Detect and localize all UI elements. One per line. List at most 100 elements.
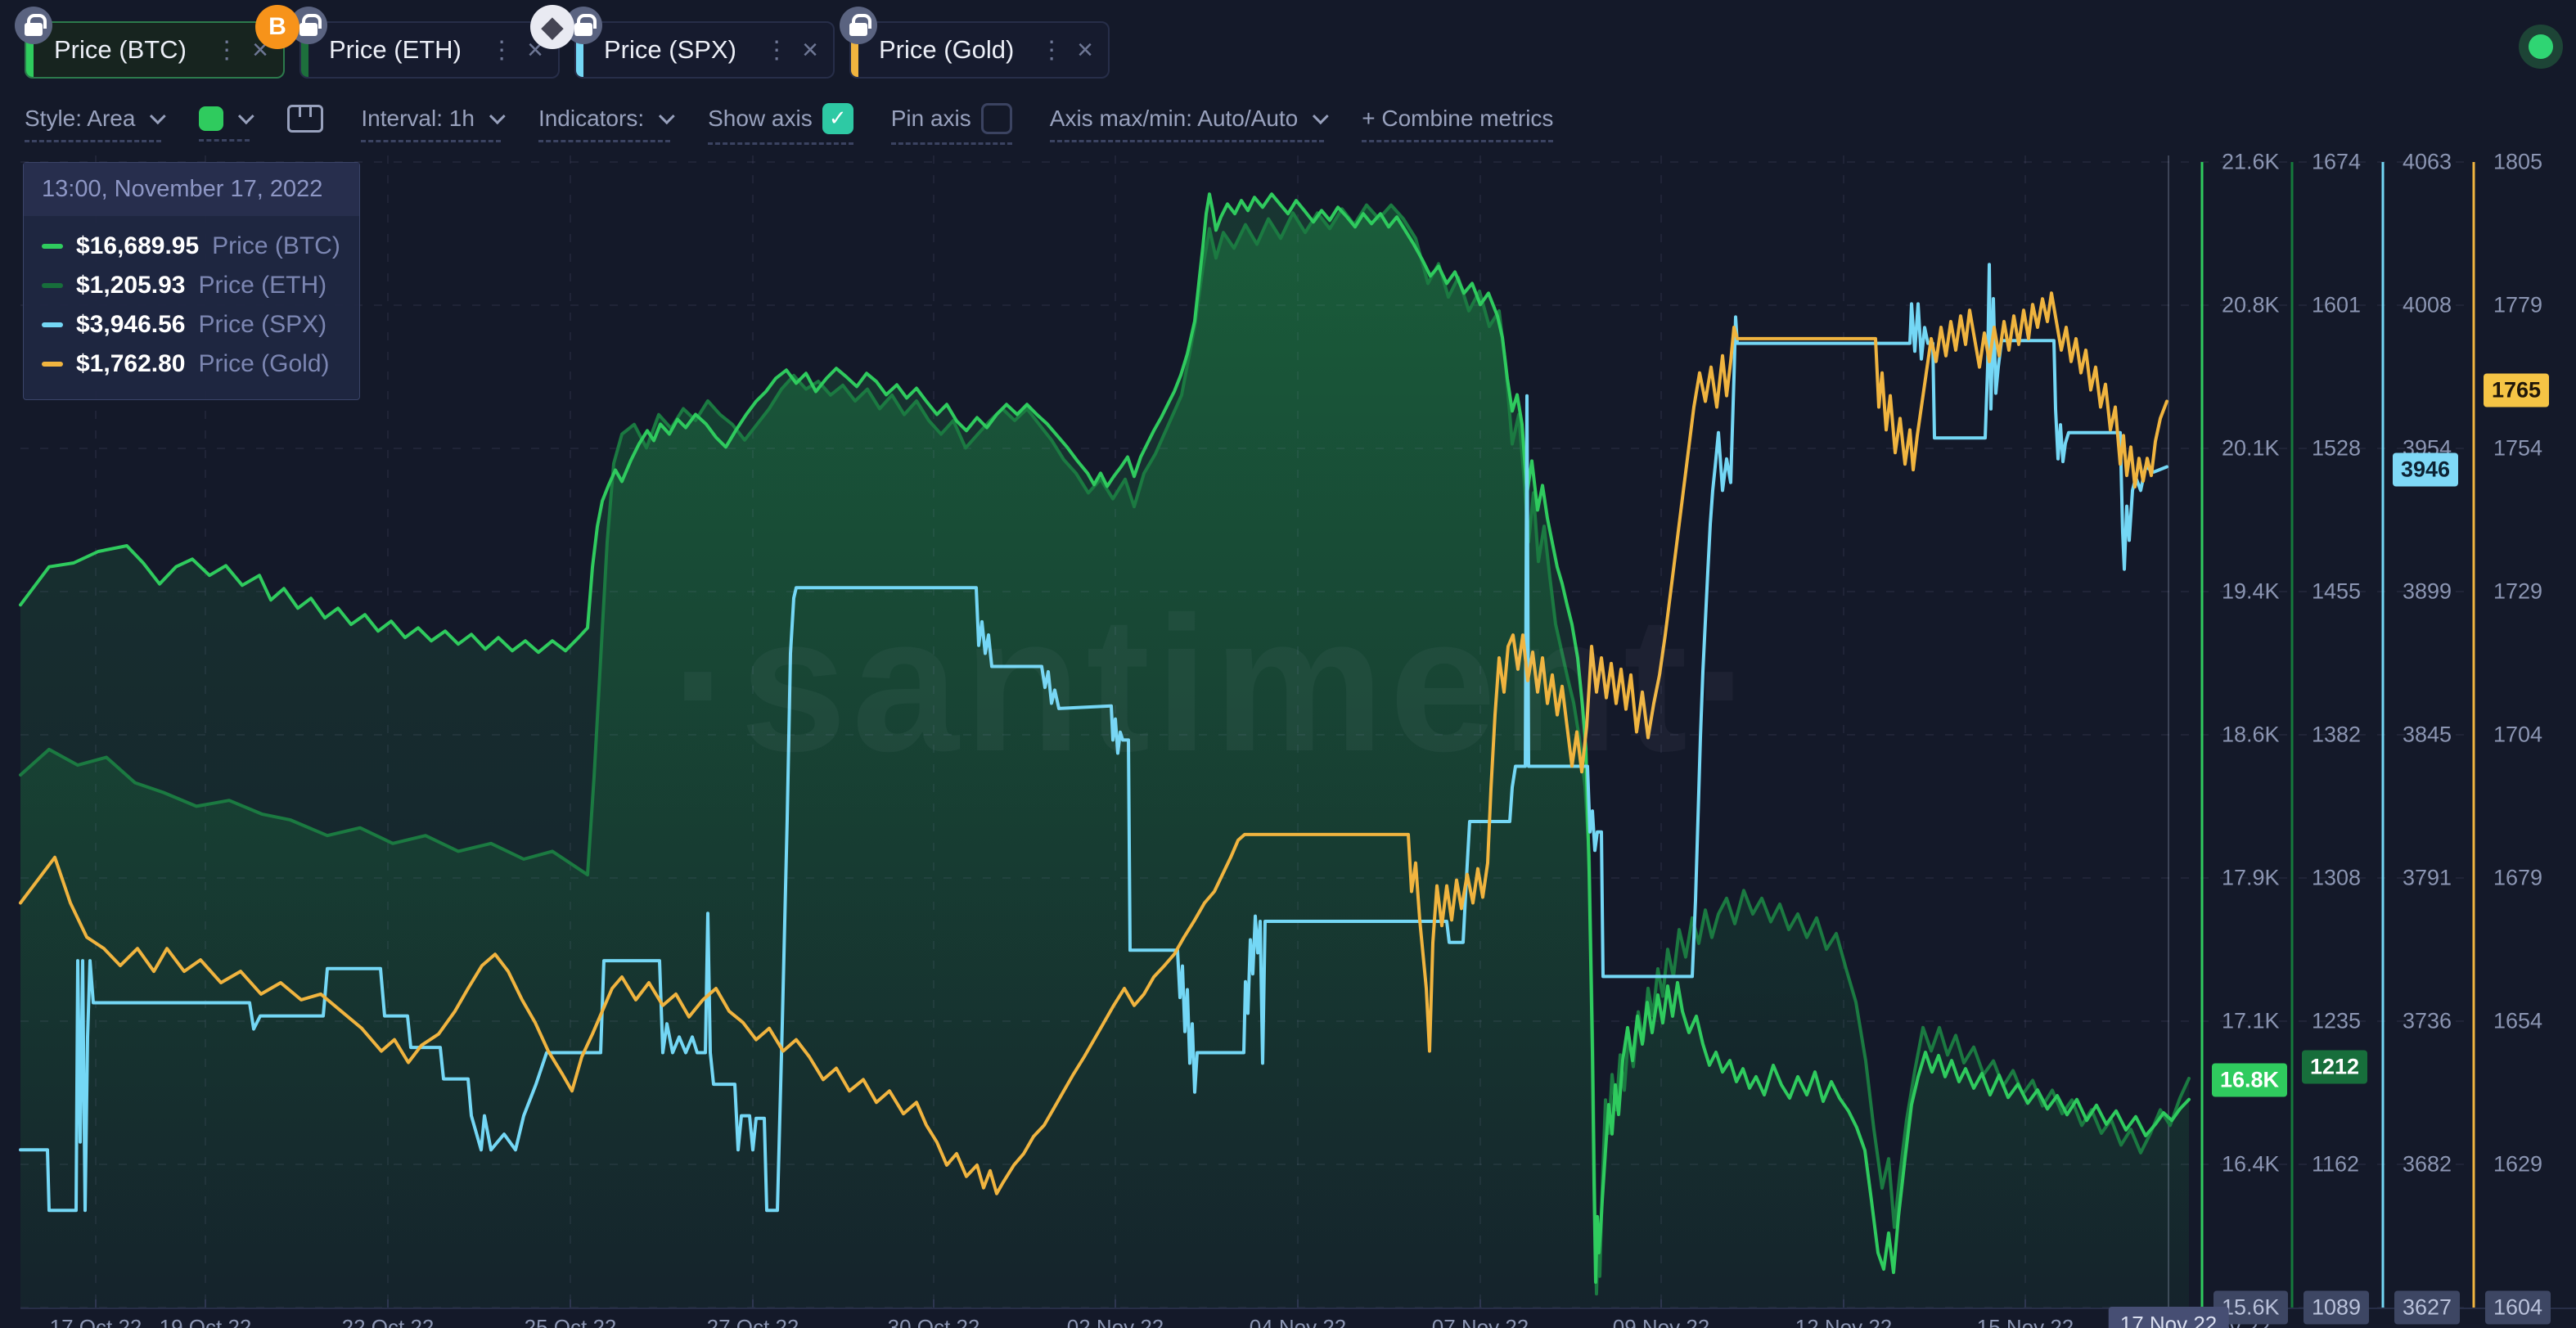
status-dot bbox=[2529, 34, 2553, 59]
tab-label: Price (BTC) bbox=[54, 35, 187, 65]
axis-tick-gold: 1779 bbox=[2493, 293, 2542, 318]
x-axis-date: 04 Nov 22 bbox=[1250, 1315, 1347, 1328]
x-axis-date: 07 Nov 22 bbox=[1432, 1315, 1529, 1328]
combine-metrics-label: + Combine metrics bbox=[1362, 106, 1553, 132]
x-axis-date: 12 Nov 22 bbox=[1795, 1315, 1893, 1328]
last-value-badge: 3946 bbox=[2393, 453, 2458, 487]
pin-axis-toggle[interactable]: Pin axis bbox=[891, 103, 1012, 145]
pin-axis-checkbox[interactable] bbox=[981, 103, 1012, 134]
show-axis-toggle[interactable]: Show axis ✓ bbox=[708, 103, 853, 145]
axis-tick-chip-eth: 1089 bbox=[2304, 1291, 2369, 1325]
chart-area[interactable]: ·santiment· 21.6K20.8K20.1K19.4K18.6K17.… bbox=[0, 0, 2576, 1328]
chevron-down-icon bbox=[489, 108, 506, 124]
tooltip-timestamp: 13:00, November 17, 2022 bbox=[24, 163, 359, 216]
tab-close-icon[interactable]: × bbox=[1072, 34, 1108, 66]
axis-tick-gold: 1629 bbox=[2493, 1152, 2542, 1177]
last-value-badge: 1212 bbox=[2302, 1051, 2367, 1084]
show-axis-label: Show axis bbox=[708, 106, 813, 132]
tab-menu-icon[interactable]: ⋮ bbox=[481, 36, 522, 65]
axis-tick-gold: 1679 bbox=[2493, 866, 2542, 891]
ethereum-icon: ◆ bbox=[530, 5, 574, 49]
metric-tab-bar: Price (BTC) ⋮ × B Price (ETH) ⋮ × ◆ Pric… bbox=[25, 21, 1110, 79]
axis-tick-btc: 17.9K bbox=[2222, 866, 2280, 891]
tab-price-btc[interactable]: Price (BTC) ⋮ × B bbox=[25, 21, 285, 79]
combine-metrics-button[interactable]: + Combine metrics bbox=[1362, 106, 1553, 142]
tab-price-gold[interactable]: Price (Gold) ⋮ × bbox=[849, 21, 1110, 79]
axis-tick-spx: 3682 bbox=[2403, 1152, 2452, 1177]
x-axis-date: 17 Oct 22 bbox=[50, 1315, 142, 1328]
series-dash-gold bbox=[42, 362, 63, 367]
axis-tick-spx: 3899 bbox=[2403, 579, 2452, 605]
tooltip-body: $16,689.95 Price (BTC) $1,205.93 Price (… bbox=[24, 216, 359, 399]
tooltip-label: Price (Gold) bbox=[198, 350, 329, 378]
last-value-badge: 16.8K bbox=[2212, 1064, 2287, 1097]
interval-label: Interval: 1h bbox=[361, 106, 475, 132]
lock-icon bbox=[840, 7, 877, 44]
x-axis-date: 15 Nov 22 bbox=[1977, 1315, 2074, 1328]
x-axis-date: 19 Oct 22 bbox=[160, 1315, 252, 1328]
tooltip-value: $3,946.56 bbox=[76, 311, 185, 339]
style-dropdown[interactable]: Style: Area bbox=[25, 106, 161, 142]
axis-tick-btc: 19.4K bbox=[2222, 579, 2280, 605]
tab-menu-icon[interactable]: ⋮ bbox=[756, 36, 797, 65]
x-axis-date: 22 Oct 22 bbox=[342, 1315, 435, 1328]
tab-label: Price (Gold) bbox=[879, 35, 1014, 65]
tab-price-spx[interactable]: Price (SPX) ⋮ × bbox=[574, 21, 835, 79]
tooltip-value: $1,205.93 bbox=[76, 272, 185, 299]
axis-tick-eth: 1235 bbox=[2312, 1009, 2361, 1034]
crosshair-date-chip: 17 Nov 22 bbox=[2109, 1307, 2229, 1328]
tooltip-label: Price (BTC) bbox=[212, 232, 340, 260]
tab-menu-icon[interactable]: ⋮ bbox=[206, 36, 247, 65]
crosshair-tooltip: 13:00, November 17, 2022 $16,689.95 Pric… bbox=[23, 162, 360, 400]
axis-tick-chip-spx: 3627 bbox=[2394, 1291, 2460, 1325]
bitcoin-icon: B bbox=[255, 5, 299, 49]
axis-tick-btc: 20.1K bbox=[2222, 436, 2280, 461]
axis-tick-gold: 1704 bbox=[2493, 723, 2542, 748]
series-color-picker[interactable] bbox=[199, 106, 250, 142]
tooltip-label: Price (ETH) bbox=[198, 272, 327, 299]
x-axis-date: 30 Oct 22 bbox=[888, 1315, 980, 1328]
tab-price-eth[interactable]: Price (ETH) ⋮ × ◆ bbox=[299, 21, 560, 79]
x-axis-date: 02 Nov 22 bbox=[1067, 1315, 1164, 1328]
pin-axis-label: Pin axis bbox=[891, 106, 971, 132]
tooltip-value: $1,762.80 bbox=[76, 350, 185, 378]
tab-label: Price (ETH) bbox=[329, 35, 462, 65]
chart-toolbar: Style: Area Interval: 1h Indicators: Sho… bbox=[25, 100, 1553, 147]
axis-tick-spx: 3736 bbox=[2403, 1009, 2452, 1034]
axis-maxmin-dropdown[interactable]: Axis max/min: Auto/Auto bbox=[1050, 106, 1324, 142]
axis-tick-btc: 17.1K bbox=[2222, 1009, 2280, 1034]
axis-tick-eth: 1528 bbox=[2312, 436, 2361, 461]
tab-close-icon[interactable]: × bbox=[797, 34, 833, 66]
price-chart-plot[interactable] bbox=[0, 0, 2576, 1328]
axis-tick-eth: 1162 bbox=[2312, 1152, 2359, 1177]
axis-tick-eth: 1601 bbox=[2312, 293, 2361, 318]
tab-label: Price (SPX) bbox=[604, 35, 736, 65]
axis-tick-spx: 4008 bbox=[2403, 293, 2452, 318]
tooltip-label: Price (SPX) bbox=[198, 311, 327, 339]
chevron-down-icon bbox=[238, 108, 254, 124]
tooltip-row-eth: $1,205.93 Price (ETH) bbox=[42, 272, 341, 299]
tab-menu-icon[interactable]: ⋮ bbox=[1031, 36, 1072, 65]
axis-tick-btc: 18.6K bbox=[2222, 723, 2280, 748]
tooltip-row-spx: $3,946.56 Price (SPX) bbox=[42, 311, 341, 339]
show-axis-checkbox[interactable]: ✓ bbox=[822, 103, 853, 134]
indicators-dropdown[interactable]: Indicators: bbox=[538, 106, 670, 142]
x-axis-date: 09 Nov 22 bbox=[1613, 1315, 1710, 1328]
axis-tick-eth: 1382 bbox=[2312, 723, 2361, 748]
axis-tick-gold: 1805 bbox=[2493, 150, 2542, 175]
tooltip-row-gold: $1,762.80 Price (Gold) bbox=[42, 350, 341, 378]
series-dash-eth bbox=[42, 283, 63, 288]
x-axis-date: 25 Oct 22 bbox=[525, 1315, 617, 1328]
axis-tick-gold: 1729 bbox=[2493, 579, 2542, 605]
x-axis-date: 27 Oct 22 bbox=[707, 1315, 799, 1328]
axis-tick-gold: 1754 bbox=[2493, 436, 2542, 461]
chevron-down-icon bbox=[659, 108, 675, 124]
axis-tick-eth: 1674 bbox=[2312, 150, 2361, 175]
axis-tick-eth: 1308 bbox=[2312, 866, 2361, 891]
axis-tick-gold: 1654 bbox=[2493, 1009, 2542, 1034]
axis-tick-spx: 3791 bbox=[2403, 866, 2452, 891]
axis-tick-spx: 3845 bbox=[2403, 723, 2452, 748]
interval-dropdown[interactable]: Interval: 1h bbox=[361, 106, 501, 142]
measure-tool-button[interactable] bbox=[287, 105, 323, 143]
ruler-icon bbox=[287, 105, 323, 133]
